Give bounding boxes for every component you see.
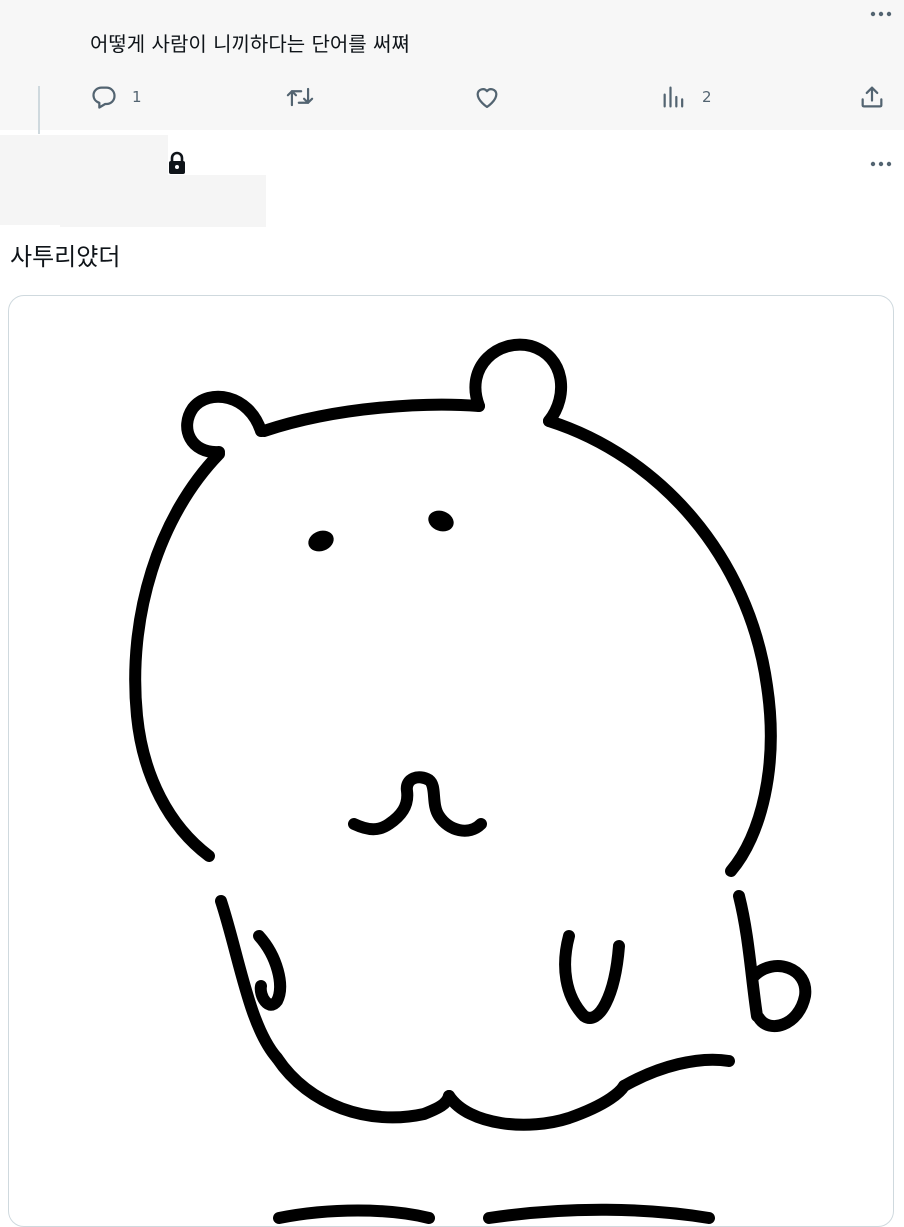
tweet-text: 사투리얐더	[10, 243, 121, 271]
views-count: 2	[702, 88, 712, 106]
more-options-button[interactable]	[866, 152, 896, 176]
reply-icon	[92, 86, 116, 109]
tweet-1: 어떻게 사람이 니끼하다는 단어를 써쪄 1 2	[0, 0, 904, 134]
tweet-media-image[interactable]	[8, 295, 894, 1227]
retweet-button[interactable]	[285, 82, 329, 112]
share-button[interactable]	[858, 82, 886, 112]
heart-icon	[476, 88, 498, 109]
views-bar-chart-icon	[663, 86, 684, 108]
lock-icon	[169, 151, 185, 174]
more-horizontal-icon	[870, 161, 892, 167]
reply-count: 1	[132, 88, 142, 106]
like-button[interactable]	[473, 82, 515, 112]
views-button[interactable]: 2	[660, 82, 712, 112]
more-options-button[interactable]	[866, 2, 896, 26]
retweet-icon	[286, 87, 314, 107]
tweet-text: 어떻게 사람이 니끼하다는 단어를 써쪄	[90, 32, 410, 56]
share-icon	[861, 86, 883, 108]
redacted-username-area	[60, 175, 266, 227]
more-horizontal-icon	[870, 11, 892, 17]
reply-button[interactable]: 1	[90, 82, 142, 112]
thread-line	[38, 86, 40, 134]
bear-doodle-illustration	[129, 338, 812, 1224]
